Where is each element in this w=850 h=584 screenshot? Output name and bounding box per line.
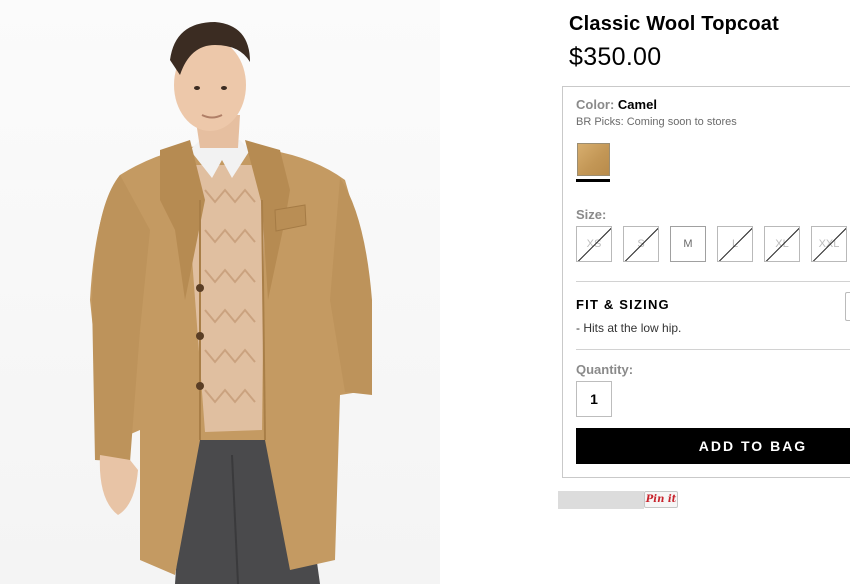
model-illustration [90,22,372,584]
pinterest-button[interactable]: Pin it [644,491,678,508]
product-title: Classic Wool Topcoat [569,13,779,35]
size-label: Size: [576,207,607,222]
unavailable-slash [577,227,611,261]
product-price: $350.00 [569,43,662,71]
size-option-xl[interactable]: XL [764,226,800,262]
fit-detail: - Hits at the low hip. [576,321,682,335]
quantity-label: Quantity: [576,362,634,377]
selected-swatch-indicator [576,179,610,182]
size-option-xs[interactable]: XS [576,226,612,262]
size-option-xxl[interactable]: XXL [811,226,847,262]
unavailable-slash [624,227,658,261]
size-option-m[interactable]: M [670,226,706,262]
color-label: Color: [576,97,615,112]
section-divider [576,349,850,350]
unavailable-slash [765,227,799,261]
quantity-input[interactable] [576,381,612,417]
size-option-label: M [683,238,693,250]
fit-sizing-title: FIT & SIZING [576,297,670,312]
section-divider [576,281,850,282]
color-note: BR Picks: Coming soon to stores [576,116,737,128]
color-swatch-camel[interactable] [577,143,610,176]
add-to-bag-button[interactable]: ADD TO BAG [576,428,850,464]
fit-sizing-toggle[interactable] [845,292,850,321]
color-value: Camel [617,97,657,112]
size-option-s[interactable]: S [623,226,659,262]
product-image[interactable] [0,0,440,584]
color-selection: Color: Camel [576,97,657,112]
social-share-bar [558,491,644,509]
unavailable-slash [718,227,752,261]
size-option-l[interactable]: L [717,226,753,262]
